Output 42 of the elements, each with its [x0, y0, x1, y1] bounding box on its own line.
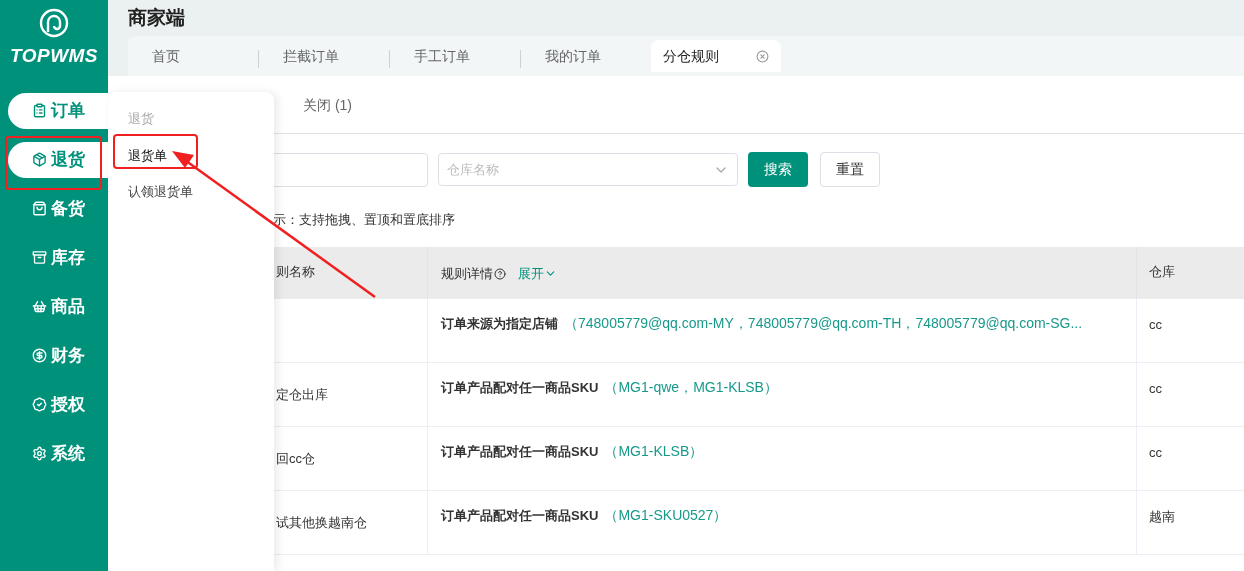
table-cell: cc	[1149, 380, 1162, 396]
rule-label: 订单产品配对任一商品SKU	[441, 443, 599, 459]
menu-group-title: 退货	[128, 110, 155, 128]
menu-item[interactable]: 退货单	[128, 145, 274, 165]
search-button[interactable]: 搜索	[748, 152, 808, 187]
rule-label: 订单来源为指定店铺	[441, 315, 558, 331]
hint-text: 示：支持拖拽、置顶和置底排序	[272, 211, 456, 229]
sidebar-item[interactable]: 订单	[8, 92, 108, 129]
table-cell: 回cc仓	[276, 450, 315, 466]
sidebar-item[interactable]: 商品	[8, 288, 108, 325]
page-tab[interactable]: 拦截订单	[259, 40, 389, 72]
table-cell: cc	[1149, 316, 1162, 332]
table-cell: 试其他换越南仓	[276, 514, 367, 530]
reset-button[interactable]: 重置	[820, 152, 880, 187]
column-header: 规则详情	[441, 263, 506, 284]
page-tab[interactable]: 我的订单	[521, 40, 651, 72]
table-cell: cc	[1149, 444, 1162, 460]
rule-label: 订单产品配对任一商品SKU	[441, 507, 599, 523]
rule-values: （MG1-SKU0527）	[604, 506, 728, 523]
page-title: 商家端	[128, 5, 185, 30]
expand-link[interactable]: 展开	[518, 263, 557, 284]
page-tab[interactable]: 首页	[128, 40, 258, 72]
rule-label: 订单产品配对任一商品SKU	[441, 379, 599, 395]
status-tab[interactable]: 关闭 (1)	[303, 95, 352, 116]
brand-name: TOPWMS	[10, 44, 98, 68]
rule-values: （748005779@qq.com-MY，748005779@qq.com-TH，748005779@qq.com-SG...	[564, 314, 1083, 331]
rule-values: （MG1-KLSB）	[604, 442, 704, 459]
sidebar-item[interactable]: 库存	[8, 239, 108, 276]
sidebar-item[interactable]: 退货	[8, 141, 108, 178]
table-cell: 越南	[1149, 508, 1175, 524]
sidebar-item[interactable]: 授权	[8, 386, 108, 423]
page-tab[interactable]: 分仓规则	[651, 40, 781, 72]
sidebar-item[interactable]: 系统	[8, 435, 108, 472]
column-header: 仓库	[1149, 263, 1175, 279]
column-header: 则名称	[276, 263, 315, 279]
rule-values: （MG1-qwe，MG1-KLSB）	[604, 378, 778, 395]
page-tab[interactable]: 手工订单	[390, 40, 520, 72]
warehouse-select[interactable]: 仓库名称	[438, 153, 738, 186]
sidebar-item[interactable]: 备货	[8, 190, 108, 227]
sidebar-item[interactable]: 财务	[8, 337, 108, 374]
table-cell: 定仓出库	[276, 386, 328, 402]
menu-item[interactable]: 认领退货单	[128, 182, 274, 202]
